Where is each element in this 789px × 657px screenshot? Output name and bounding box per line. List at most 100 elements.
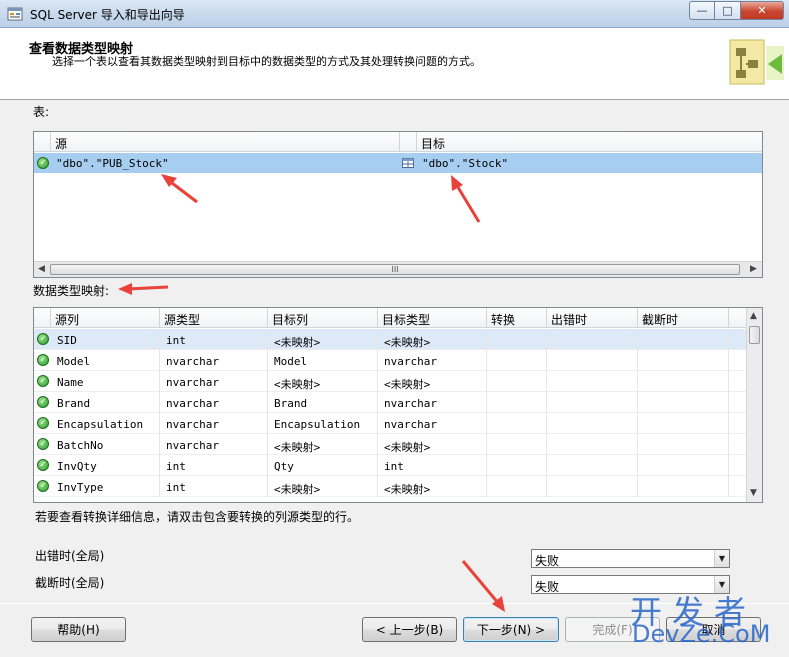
- column-header-source-column[interactable]: 源列: [51, 308, 160, 328]
- row-selector-header: [34, 308, 51, 328]
- source-column-cell: Model: [51, 350, 160, 371]
- mapping-label: 数据类型映射:: [33, 284, 110, 298]
- on-truncation-cell: [638, 455, 729, 476]
- on-truncation-cell: [638, 371, 729, 392]
- on-error-cell: [547, 350, 638, 371]
- source-type-cell: int: [160, 455, 268, 476]
- on-error-global-label: 出错时(全局): [35, 549, 105, 563]
- tables-list-header: 源 目标: [34, 132, 762, 152]
- help-button[interactable]: 帮助(H): [31, 617, 126, 642]
- success-check-icon: ✓: [37, 417, 49, 429]
- scroll-down-icon[interactable]: ▼: [750, 488, 757, 498]
- back-button[interactable]: < 上一步(B): [362, 617, 457, 642]
- mapping-row[interactable]: ✓ InvType int <未映射> <未映射>: [34, 476, 746, 497]
- success-check-icon: ✓: [37, 375, 49, 387]
- conversion-cell: [487, 392, 547, 413]
- success-check-icon: ✓: [37, 438, 49, 450]
- table-grid-icon: [402, 158, 414, 168]
- on-error-cell: [547, 413, 638, 434]
- on-error-cell: [547, 329, 638, 350]
- column-header-target[interactable]: 目标: [417, 132, 762, 152]
- data-type-mapping-grid[interactable]: 源列 源类型 目标列 目标类型 转换 出错时 截断时 ✓ SID int <未映…: [33, 307, 763, 503]
- next-button[interactable]: 下一步(N) >: [463, 617, 559, 642]
- mapping-row[interactable]: ✓ BatchNo nvarchar <未映射> <未映射>: [34, 434, 746, 455]
- scrollbar-thumb[interactable]: III: [50, 264, 740, 275]
- window-controls: — □ ✕: [689, 1, 784, 20]
- mapping-vertical-scrollbar[interactable]: ▲ ▼: [746, 308, 762, 502]
- minimize-button[interactable]: —: [689, 1, 715, 20]
- source-type-cell: nvarchar: [160, 434, 268, 455]
- success-check-icon: ✓: [37, 157, 49, 169]
- scroll-up-icon[interactable]: ▲: [750, 311, 757, 321]
- source-column-cell: Name: [51, 371, 160, 392]
- page-description: 选择一个表以查看其数据类型映射到目标中的数据类型的方式及其处理转换问题的方式。: [52, 55, 481, 68]
- mapping-row[interactable]: ✓ Brand nvarchar Brand nvarchar: [34, 392, 746, 413]
- on-truncation-cell: [638, 392, 729, 413]
- column-header-on-error[interactable]: 出错时: [547, 308, 638, 328]
- close-icon: ✕: [757, 4, 767, 17]
- mapping-row[interactable]: ✓ InvQty int Qty int: [34, 455, 746, 476]
- table-row[interactable]: ✓ "dbo"."PUB_Stock" "dbo"."Stock": [34, 153, 762, 173]
- mapping-row[interactable]: ✓ Name nvarchar <未映射> <未映射>: [34, 371, 746, 392]
- annotation-arrow-icon: [118, 283, 169, 295]
- source-type-cell: nvarchar: [160, 413, 268, 434]
- conversion-cell: [487, 476, 547, 497]
- on-truncate-global-label: 截断时(全局): [35, 576, 105, 590]
- on-truncation-cell: [638, 476, 729, 497]
- column-header-source-type[interactable]: 源类型: [160, 308, 268, 328]
- column-header-on-truncation[interactable]: 截断时: [638, 308, 729, 328]
- on-truncate-global-value: 失败: [535, 580, 560, 594]
- tables-label: 表:: [33, 105, 50, 119]
- tables-horizontal-scrollbar[interactable]: ◀ III ▶: [34, 261, 762, 277]
- target-table-name: "dbo"."Stock": [422, 157, 509, 170]
- mapping-row[interactable]: ✓ Encapsulation nvarchar Encapsulation n…: [34, 413, 746, 434]
- row-selector-header: [34, 132, 51, 152]
- column-header-destination-column[interactable]: 目标列: [268, 308, 378, 328]
- chevron-down-icon[interactable]: ▼: [714, 550, 729, 567]
- source-type-cell: nvarchar: [160, 371, 268, 392]
- destination-type-cell: nvarchar: [378, 392, 487, 413]
- source-type-cell: int: [160, 329, 268, 350]
- source-column-cell: InvType: [51, 476, 160, 497]
- scroll-right-icon[interactable]: ▶: [750, 264, 757, 274]
- wizard-graphic-icon: [729, 39, 784, 85]
- destination-column-cell: Model: [268, 350, 378, 371]
- on-truncation-cell: [638, 413, 729, 434]
- destination-type-cell: <未映射>: [378, 434, 487, 455]
- success-check-icon: ✓: [37, 333, 49, 345]
- tables-list[interactable]: 源 目标 ✓ "dbo"."PUB_Stock" "dbo"."Stock" ◀…: [33, 131, 763, 278]
- conversion-cell: [487, 434, 547, 455]
- on-error-cell: [547, 455, 638, 476]
- column-header-source[interactable]: 源: [51, 132, 400, 152]
- scrollbar-thumb[interactable]: [749, 326, 760, 344]
- source-column-cell: InvQty: [51, 455, 160, 476]
- on-error-global-value: 失败: [535, 554, 560, 568]
- conversion-cell: [487, 455, 547, 476]
- on-truncation-cell: [638, 434, 729, 455]
- destination-type-cell: int: [378, 455, 487, 476]
- destination-type-cell: <未映射>: [378, 329, 487, 350]
- source-column-cell: BatchNo: [51, 434, 160, 455]
- on-truncation-cell: [638, 329, 729, 350]
- minimize-icon: —: [696, 4, 708, 17]
- column-header-destination-type[interactable]: 目标类型: [378, 308, 487, 328]
- wizard-header: 查看数据类型映射 选择一个表以查看其数据类型映射到目标中的数据类型的方式及其处理…: [0, 28, 789, 100]
- on-error-global-select[interactable]: 失败 ▼: [531, 549, 730, 568]
- destination-type-cell: nvarchar: [378, 350, 487, 371]
- on-truncation-cell: [638, 350, 729, 371]
- mapping-row[interactable]: ✓ Model nvarchar Model nvarchar: [34, 350, 746, 371]
- mapping-row[interactable]: ✓ SID int <未映射> <未映射>: [34, 329, 746, 350]
- row-selector-header: [400, 132, 417, 152]
- sql-server-app-icon: [7, 7, 23, 21]
- column-header-conversion[interactable]: 转换: [487, 308, 547, 328]
- window-title: SQL Server 导入和导出向导: [30, 8, 185, 22]
- scroll-left-icon[interactable]: ◀: [38, 264, 45, 274]
- close-button[interactable]: ✕: [741, 1, 784, 20]
- maximize-button[interactable]: □: [715, 1, 741, 20]
- conversion-hint-text: 若要查看转换详细信息，请双击包含要转换的列源类型的行。: [35, 510, 360, 524]
- destination-column-cell: <未映射>: [268, 329, 378, 350]
- conversion-cell: [487, 413, 547, 434]
- destination-column-cell: Encapsulation: [268, 413, 378, 434]
- destination-column-cell: <未映射>: [268, 434, 378, 455]
- maximize-icon: □: [722, 4, 733, 17]
